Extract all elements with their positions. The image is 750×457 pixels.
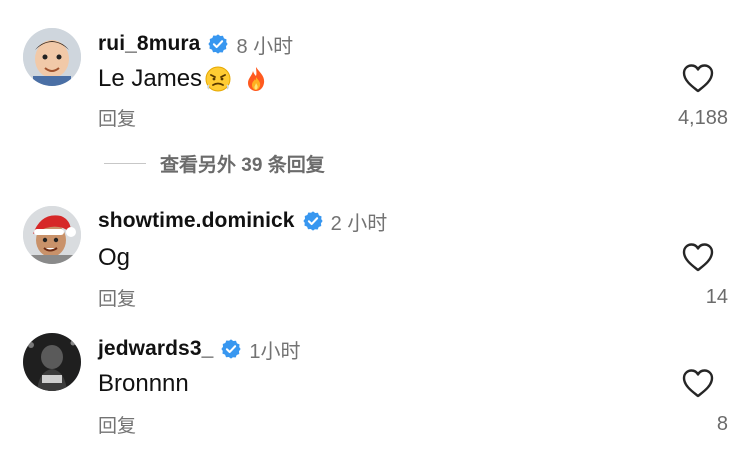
- timestamp: 8 小时: [236, 35, 294, 58]
- view-replies-label: 查看另外 39 条回复: [160, 154, 325, 176]
- comment-text: Og: [98, 241, 130, 275]
- comment-meta: showtime.dominick 2 小时: [98, 207, 387, 235]
- username[interactable]: rui_8mura: [98, 32, 200, 56]
- heart-outline-icon[interactable]: [681, 367, 715, 399]
- timestamp: 2 小时: [330, 212, 388, 235]
- comment-text: Le James: [98, 62, 270, 96]
- reply-button[interactable]: 回复: [98, 104, 136, 131]
- like-count[interactable]: 8: [717, 413, 728, 436]
- avatar[interactable]: [23, 28, 81, 86]
- avatar[interactable]: [23, 206, 81, 264]
- like-count[interactable]: 4,188: [678, 107, 728, 130]
- avatar-image: [23, 333, 81, 391]
- username[interactable]: showtime.dominick: [98, 209, 295, 233]
- comment-meta: rui_8mura 8 小时: [98, 30, 293, 58]
- verified-badge-icon: [207, 33, 229, 55]
- fire-emoji: [242, 65, 270, 93]
- view-more-replies-button[interactable]: 查看另外 39 条回复: [104, 150, 325, 176]
- avatar-image: [23, 28, 81, 86]
- verified-badge-icon: [220, 338, 242, 360]
- reply-button[interactable]: 回复: [98, 284, 136, 311]
- avatar-image: [23, 206, 81, 264]
- verified-badge-icon: [302, 210, 324, 232]
- comment-text: Bronnnn: [98, 367, 189, 401]
- username[interactable]: jedwards3_: [98, 337, 213, 361]
- comment-text-content: Le James: [98, 65, 203, 92]
- heart-outline-icon[interactable]: [681, 241, 715, 273]
- comment-text-content: Bronnnn: [98, 370, 189, 397]
- heart-outline-icon[interactable]: [681, 62, 715, 94]
- like-count[interactable]: 14: [706, 286, 728, 309]
- avatar[interactable]: [23, 333, 81, 391]
- timestamp: 1小时: [249, 340, 301, 363]
- divider-line: [104, 162, 146, 164]
- comment-text-content: Og: [98, 244, 131, 271]
- angry-face-emoji: [204, 65, 232, 93]
- reply-button[interactable]: 回复: [98, 411, 136, 438]
- comment-meta: jedwards3_ 1小时: [98, 335, 301, 363]
